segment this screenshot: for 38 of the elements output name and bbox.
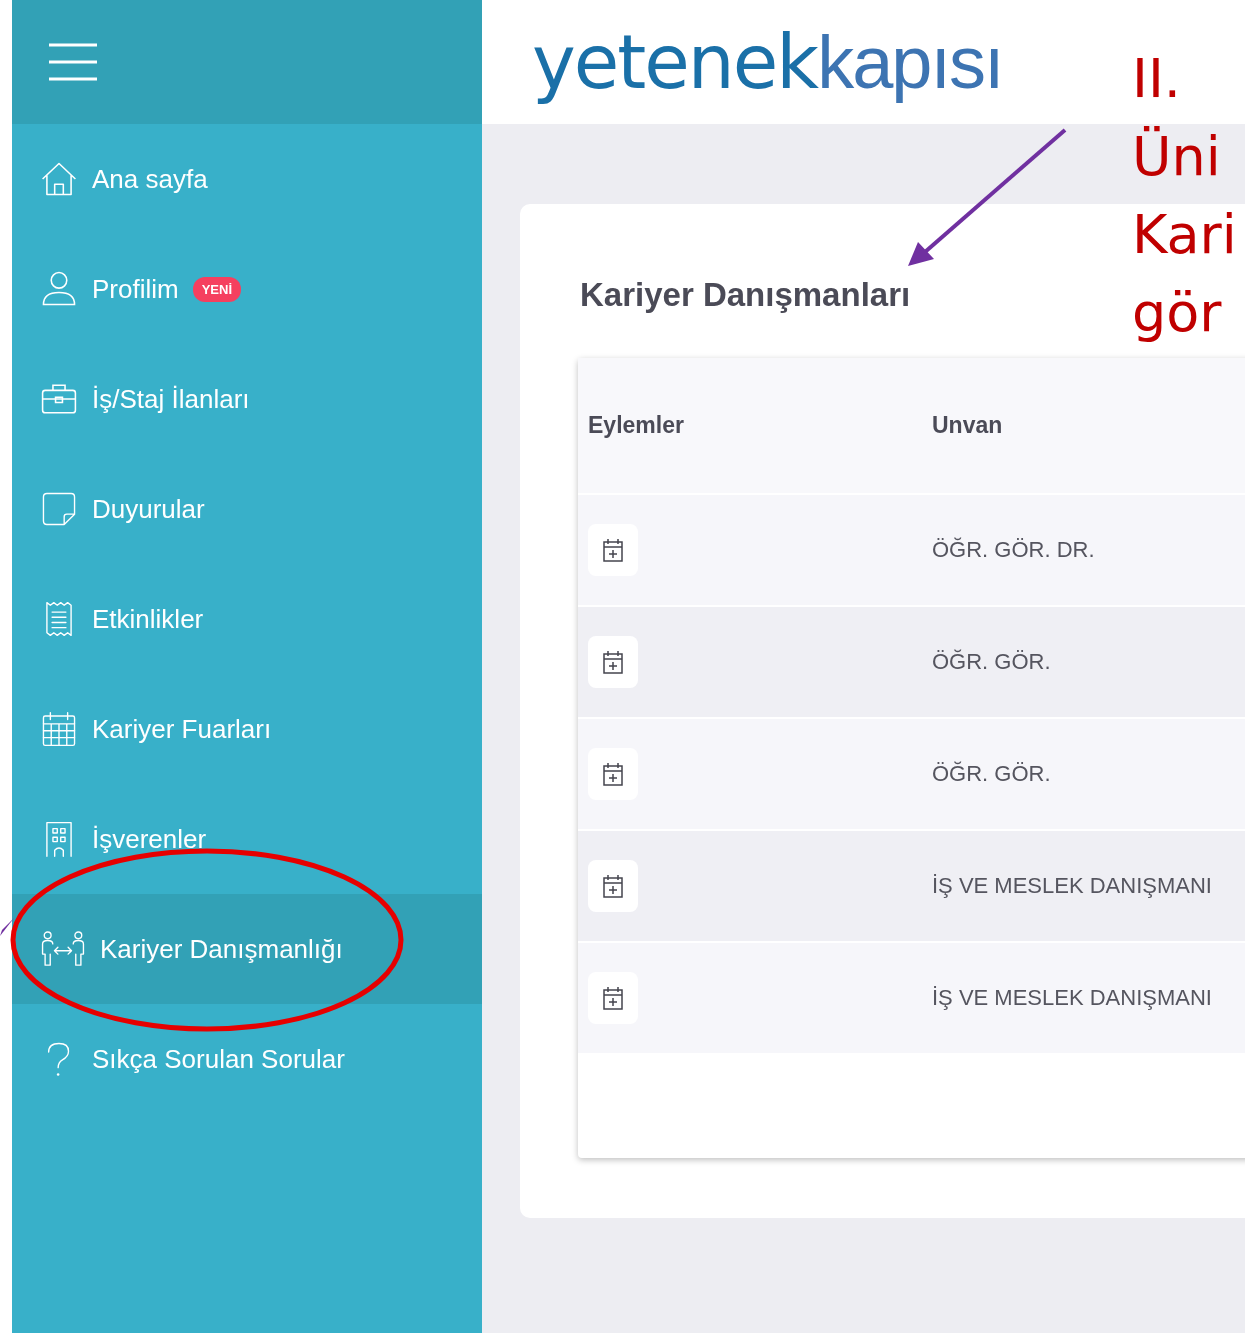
calendar-icon [40,710,78,748]
add-appointment-button[interactable] [588,860,638,912]
table-cell: ÖĞR. GÖR. [932,761,1051,787]
sidebar-item[interactable]: Etkinlikler [12,564,482,674]
add-appointment-button[interactable] [588,748,638,800]
calendar-plus-icon [601,537,625,563]
sidebar-item[interactable]: Sıkça Sorulan Sorular [12,1004,482,1114]
table-cell: İŞ VE MESLEK DANIŞMANI [932,873,1212,899]
add-appointment-button[interactable] [588,972,638,1024]
add-appointment-button[interactable] [588,636,638,688]
people-icon [40,930,86,968]
sidebar-item[interactable]: Kariyer Danışmanlığı [12,894,482,1004]
annotation-text: II. [1132,46,1182,112]
calendar-plus-icon [601,761,625,787]
sidebar-item[interactable]: İşverenler [12,784,482,894]
calendar-plus-icon [601,873,625,899]
sidebar-item[interactable]: Duyurular [12,454,482,564]
new-badge: YENİ [192,276,241,302]
table-cell: İŞ VE MESLEK DANIŞMANI [932,985,1212,1011]
add-appointment-button[interactable] [588,524,638,576]
column-header: Eylemler [588,412,684,439]
sidebar-item[interactable]: İş/Staj İlanları [12,344,482,454]
calendar-plus-icon [601,649,625,675]
user-icon [40,270,78,308]
annotation-text: Kari [1132,202,1237,268]
house-icon [40,160,78,198]
column-header: Unvan [932,412,1003,439]
annotation-text: Üni [1132,124,1221,190]
note-icon [40,490,78,528]
calendar-plus-icon [601,985,625,1011]
sidebar-item[interactable]: Ana sayfa [12,124,482,234]
table-cell: ÖĞR. GÖR. DR. [932,537,1095,563]
sidebar-item[interactable]: Kariyer Fuarları [12,674,482,784]
menu-icon[interactable] [48,43,98,81]
annotation-text: gör [1132,280,1222,346]
table-cell: ÖĞR. GÖR. [932,649,1051,675]
page-title: Kariyer Danışmanları [580,276,912,314]
sidebar-item[interactable]: Profilim YENİ [12,234,482,344]
